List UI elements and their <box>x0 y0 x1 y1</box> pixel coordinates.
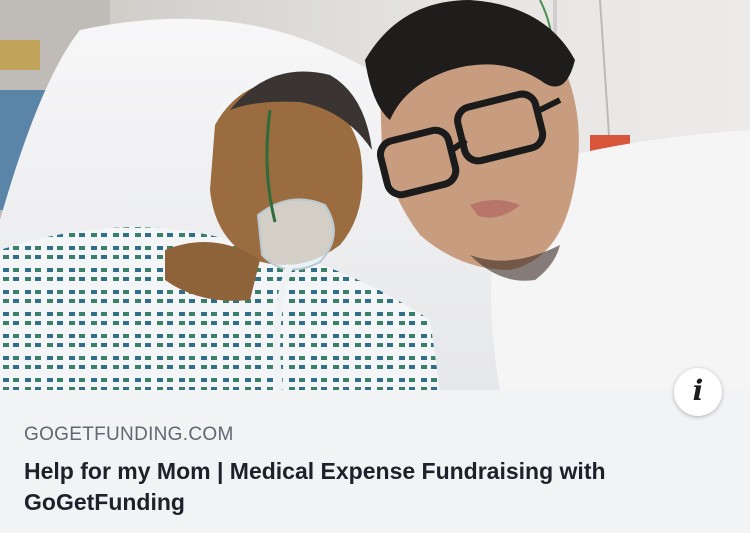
link-domain: GOGETFUNDING.COM <box>24 424 234 445</box>
link-preview-card[interactable]: i GOGETFUNDING.COM Help for my Mom | Med… <box>0 0 750 533</box>
link-title: Help for my Mom | Medical Expense Fundra… <box>24 458 606 515</box>
hospital-selfie-image <box>0 0 750 390</box>
info-icon: i <box>692 374 704 407</box>
info-button[interactable]: i <box>674 368 722 416</box>
preview-photo[interactable] <box>0 0 750 390</box>
link-meta[interactable]: GOGETFUNDING.COM Help for my Mom | Medic… <box>24 424 726 518</box>
